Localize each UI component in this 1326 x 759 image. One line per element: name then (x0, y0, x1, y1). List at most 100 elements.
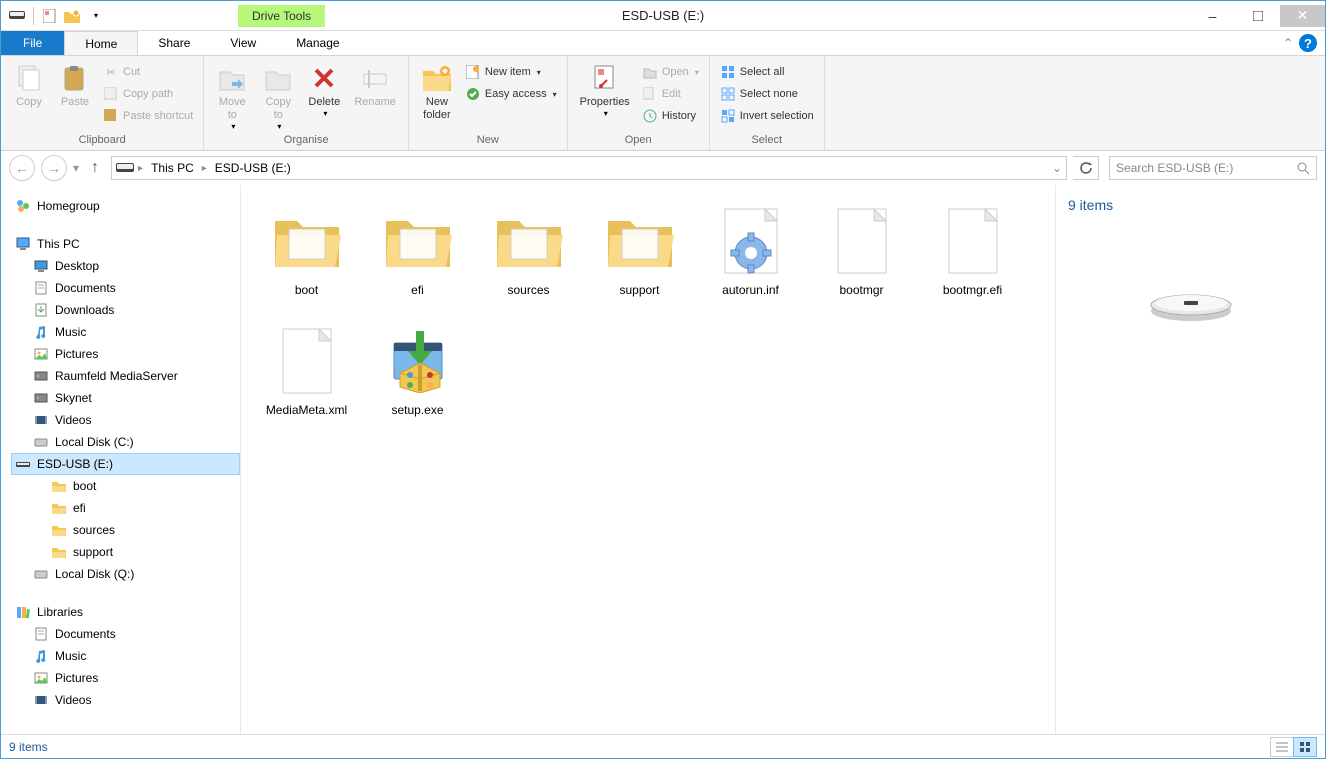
file-item-support[interactable]: support (584, 195, 695, 315)
open-button[interactable]: Open▾ (638, 62, 703, 82)
nav-library-pictures[interactable]: Pictures (11, 667, 240, 689)
qat-dropdown-icon[interactable]: ▾ (88, 8, 104, 24)
file-item-bootmgr-efi[interactable]: bootmgr.efi (917, 195, 1028, 315)
close-button[interactable]: ✕ (1280, 5, 1325, 27)
easy-access-button[interactable]: Easy access▾ (461, 84, 561, 104)
details-count: 9 items (1068, 197, 1313, 213)
history-button[interactable]: History (638, 106, 703, 126)
copy-path-button[interactable]: Copy path (99, 84, 197, 104)
breadcrumb-current[interactable]: ESD-USB (E:) (211, 159, 295, 177)
nav-item-label: Music (55, 325, 86, 339)
nav-item-sources[interactable]: sources (11, 519, 240, 541)
file-item-sources[interactable]: sources (473, 195, 584, 315)
new-item-button[interactable]: New item▾ (461, 62, 561, 82)
paste-button[interactable]: Paste (53, 60, 97, 111)
help-icon[interactable]: ? (1299, 34, 1317, 52)
nav-item-esd-usb-e-[interactable]: ESD-USB (E:) (11, 453, 240, 475)
minimize-button[interactable]: – (1190, 5, 1235, 27)
tab-view[interactable]: View (210, 31, 276, 55)
drive-icon (116, 163, 134, 173)
nav-library-music[interactable]: Music (11, 645, 240, 667)
paste-shortcut-button[interactable]: Paste shortcut (99, 106, 197, 126)
refresh-button[interactable] (1073, 156, 1099, 180)
tab-share[interactable]: Share (138, 31, 210, 55)
forward-button[interactable]: → (41, 155, 67, 181)
nav-item-videos[interactable]: Videos (11, 409, 240, 431)
history-icon (642, 108, 658, 124)
search-input[interactable]: Search ESD-USB (E:) (1109, 156, 1317, 180)
collapse-ribbon-icon[interactable]: ⌃ (1283, 36, 1293, 50)
file-item-bootmgr[interactable]: bootmgr (806, 195, 917, 315)
address-bar[interactable]: ▸ This PC ▸ ESD-USB (E:) ⌄ (111, 156, 1067, 180)
rename-button[interactable]: Rename (348, 60, 402, 111)
file-name-label: support (619, 283, 659, 297)
nav-item-local-disk-c-[interactable]: Local Disk (C:) (11, 431, 240, 453)
address-dropdown-icon[interactable]: ⌄ (1052, 161, 1062, 175)
new-folder-icon[interactable] (64, 8, 80, 24)
properties-button[interactable]: Properties▾ (574, 60, 636, 120)
folder-icon (489, 201, 569, 281)
move-to-button[interactable]: Move to▾ (210, 60, 254, 133)
nav-item-downloads[interactable]: Downloads (11, 299, 240, 321)
nav-item-pictures[interactable]: Pictures (11, 343, 240, 365)
tab-manage[interactable]: Manage (276, 31, 359, 55)
nav-libraries[interactable]: Libraries (11, 601, 240, 623)
select-all-button[interactable]: Select all (716, 62, 818, 82)
view-icons-button[interactable] (1293, 737, 1317, 757)
file-item-mediameta-xml[interactable]: MediaMeta.xml (251, 315, 362, 435)
view-details-button[interactable] (1270, 737, 1294, 757)
nav-item-icon (33, 412, 49, 428)
nav-item-music[interactable]: Music (11, 321, 240, 343)
window-controls: – ✕ (1190, 5, 1325, 27)
file-item-efi[interactable]: efi (362, 195, 473, 315)
invert-selection-button[interactable]: Invert selection (716, 106, 818, 126)
properties-icon[interactable] (42, 8, 58, 24)
drive-icon (33, 566, 49, 582)
nav-item-local-disk-q[interactable]: Local Disk (Q:) (11, 563, 240, 585)
up-button[interactable]: ↑ (85, 159, 105, 177)
nav-item-boot[interactable]: boot (11, 475, 240, 497)
maximize-button[interactable] (1235, 5, 1280, 27)
back-button[interactable]: ← (9, 155, 35, 181)
nav-item-skynet[interactable]: Skynet (11, 387, 240, 409)
edit-button[interactable]: Edit (638, 84, 703, 104)
select-none-button[interactable]: Select none (716, 84, 818, 104)
ribbon-group-new: New folder New item▾ Easy access▾ New (409, 56, 568, 150)
file-item-boot[interactable]: boot (251, 195, 362, 315)
file-item-autorun-inf[interactable]: autorun.inf (695, 195, 806, 315)
easy-access-icon (465, 86, 481, 102)
select-none-icon (720, 86, 736, 102)
breadcrumb-this-pc[interactable]: This PC (147, 159, 198, 177)
tab-file[interactable]: File (1, 31, 64, 55)
navigation-pane[interactable]: Homegroup This PC DesktopDocumentsDownlo… (1, 185, 241, 734)
contextual-tab-drive-tools[interactable]: Drive Tools (238, 5, 325, 27)
delete-button[interactable]: Delete▾ (302, 60, 346, 120)
nav-item-documents[interactable]: Documents (11, 277, 240, 299)
cut-button[interactable]: ✂Cut (99, 62, 197, 82)
nav-homegroup[interactable]: Homegroup (11, 195, 240, 217)
new-folder-button[interactable]: New folder (415, 60, 459, 124)
nav-item-icon (33, 258, 49, 274)
nav-item-label: Music (55, 649, 86, 663)
library-icon (33, 626, 49, 642)
ribbon-group-open: Properties▾ Open▾ Edit History Open (568, 56, 710, 150)
file-item-setup-exe[interactable]: setup.exe (362, 315, 473, 435)
nav-library-videos[interactable]: Videos (11, 689, 240, 711)
nav-item-label: boot (73, 479, 96, 493)
file-name-label: setup.exe (391, 403, 443, 417)
copy-to-button[interactable]: Copy to▾ (256, 60, 300, 133)
drive-icon (9, 8, 25, 24)
folder-icon (378, 201, 458, 281)
nav-item-raumfeld-mediaserver[interactable]: Raumfeld MediaServer (11, 365, 240, 387)
nav-item-support[interactable]: support (11, 541, 240, 563)
tab-home[interactable]: Home (64, 31, 138, 55)
file-view[interactable]: boot efi sources support autorun.infbootmgrb… (241, 185, 1055, 734)
nav-library-documents[interactable]: Documents (11, 623, 240, 645)
nav-item-desktop[interactable]: Desktop (11, 255, 240, 277)
copy-button[interactable]: Copy (7, 60, 51, 111)
nav-item-efi[interactable]: efi (11, 497, 240, 519)
properties-icon (589, 62, 621, 94)
file-name-label: efi (411, 283, 424, 297)
recent-dropdown-icon[interactable]: ▾ (73, 161, 79, 175)
nav-this-pc[interactable]: This PC (11, 233, 240, 255)
